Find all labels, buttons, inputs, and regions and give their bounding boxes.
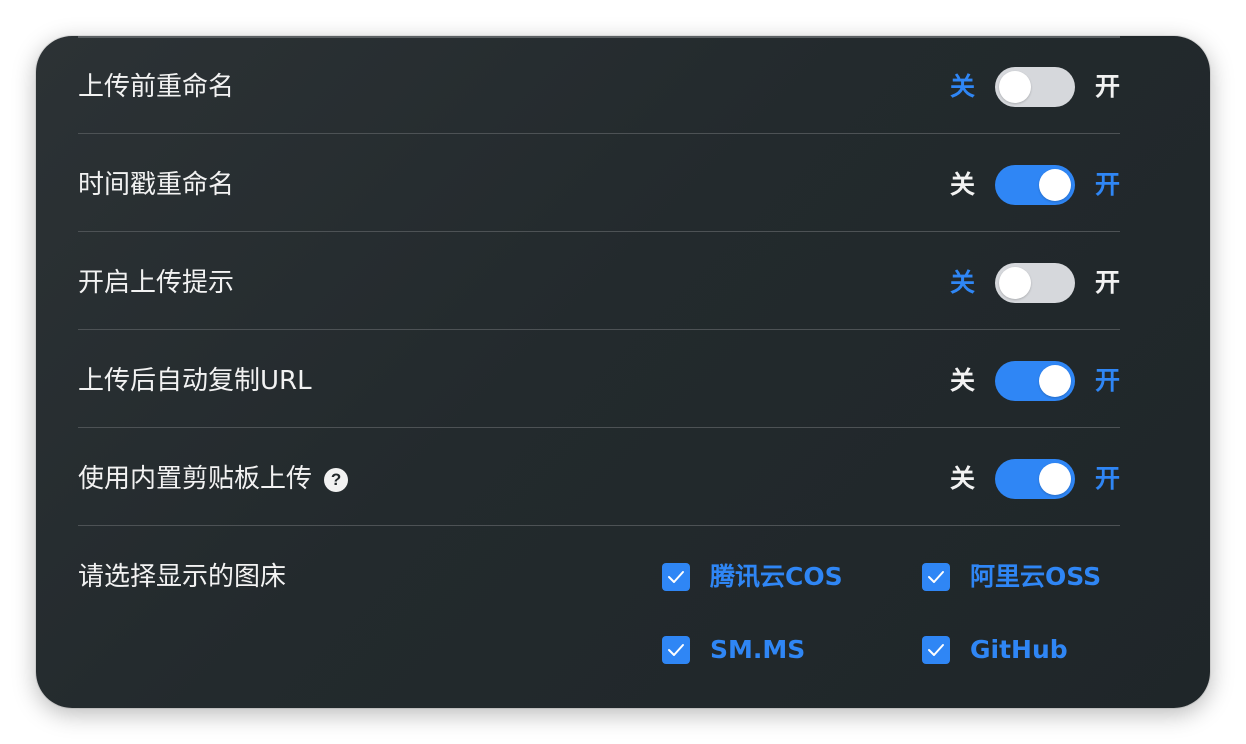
toggle-on-label: 开 xyxy=(1094,464,1120,493)
toggle-on-label: 开 xyxy=(1094,268,1120,297)
timestamp-rename-toggle[interactable] xyxy=(994,165,1075,205)
setting-row-rename-before-upload: 上传前重命名 关 开 xyxy=(78,36,1120,134)
toggle-off-label: 关 xyxy=(949,268,975,297)
setting-row-timestamp-rename: 时间戳重命名 关 开 xyxy=(78,134,1120,232)
checkbox-tencent-cos[interactable]: 腾讯云COS xyxy=(662,557,843,597)
setting-row-auto-copy-url: 上传后自动复制URL 关 开 xyxy=(78,330,1120,428)
builtin-clipboard-toggle[interactable] xyxy=(994,459,1075,499)
question-circle-icon[interactable]: ? xyxy=(324,468,349,492)
auto-copy-url-toggle[interactable] xyxy=(994,361,1075,401)
toggle-off-label: 关 xyxy=(949,170,975,199)
checkmark-icon xyxy=(668,571,684,583)
setting-label: 开启上传提示 xyxy=(78,268,235,298)
setting-label: 上传前重命名 xyxy=(78,72,235,102)
toggle-knob xyxy=(1038,463,1071,495)
setting-label: 上传后自动复制URL xyxy=(78,366,312,396)
toggle-on-label: 开 xyxy=(1094,170,1120,199)
checkbox-label[interactable]: SM.MS xyxy=(710,630,805,670)
setting-row-upload-notification: 开启上传提示 关 开 xyxy=(78,232,1120,330)
toggle-group: 关 开 xyxy=(950,459,1120,499)
toggle-group: 关 开 xyxy=(950,361,1120,401)
toggle-knob xyxy=(998,71,1031,103)
settings-panel: 上传前重命名 关 开 时间戳重命名 关 开 开启上传提示 关 开 上传后自动复制… xyxy=(36,36,1210,708)
setting-label: 时间戳重命名 xyxy=(78,170,235,200)
checkbox-label[interactable]: 腾讯云COS xyxy=(710,557,843,597)
toggle-off-label: 关 xyxy=(949,464,975,493)
toggle-knob xyxy=(998,267,1031,299)
setting-row-builtin-clipboard: 使用内置剪贴板上传? 关 开 xyxy=(78,428,1120,526)
checkbox-label[interactable]: 阿里云OSS xyxy=(970,557,1101,597)
toggle-on-label: 开 xyxy=(1094,72,1120,101)
setting-row-image-bed-select: 请选择显示的图床 腾讯云COS 阿里云OSS SM.MS GitHub xyxy=(78,526,1120,706)
toggle-knob xyxy=(1038,365,1071,397)
checkmark-icon xyxy=(928,644,944,656)
toggle-group: 关 开 xyxy=(950,67,1120,107)
upload-notification-toggle[interactable] xyxy=(994,263,1075,303)
setting-label: 请选择显示的图床 xyxy=(78,562,287,592)
checkbox-aliyun-oss[interactable]: 阿里云OSS xyxy=(922,557,1101,597)
checkbox-label[interactable]: GitHub xyxy=(970,630,1068,670)
toggle-group: 关 开 xyxy=(950,165,1120,205)
checkbox-box[interactable] xyxy=(662,563,690,591)
toggle-off-label: 关 xyxy=(949,72,975,101)
checkbox-smms[interactable]: SM.MS xyxy=(662,630,805,670)
checkmark-icon xyxy=(928,571,944,583)
toggle-off-label: 关 xyxy=(949,366,975,395)
toggle-on-label: 开 xyxy=(1094,366,1120,395)
rename-before-upload-toggle[interactable] xyxy=(994,67,1075,107)
toggle-knob xyxy=(1038,169,1071,201)
setting-label: 使用内置剪贴板上传 xyxy=(78,464,313,494)
toggle-group: 关 开 xyxy=(950,263,1120,303)
setting-label-wrap: 使用内置剪贴板上传? xyxy=(78,461,349,497)
checkbox-box[interactable] xyxy=(922,636,950,664)
checkbox-box[interactable] xyxy=(662,636,690,664)
checkbox-github[interactable]: GitHub xyxy=(922,630,1068,670)
checkmark-icon xyxy=(668,644,684,656)
checkbox-box[interactable] xyxy=(922,563,950,591)
